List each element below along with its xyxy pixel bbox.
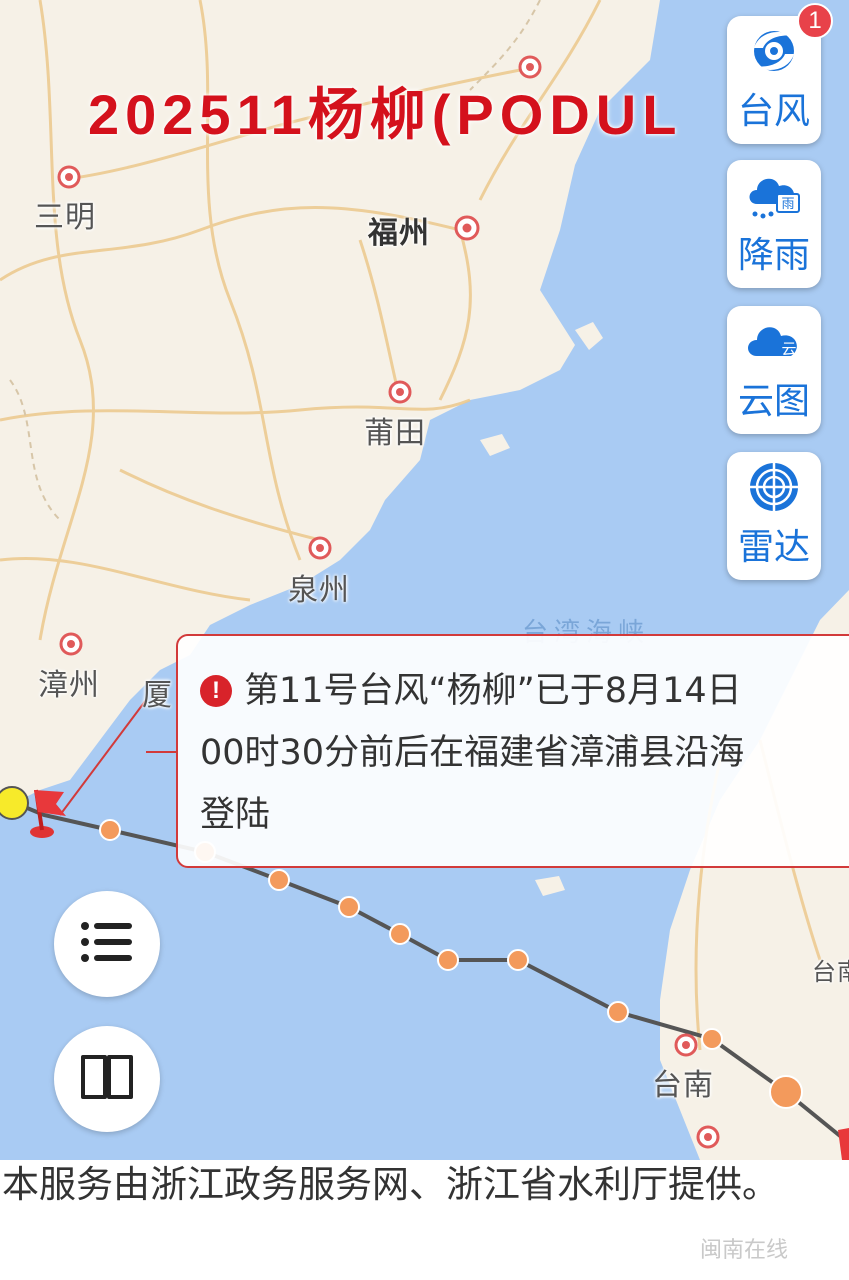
track-point (701, 1028, 723, 1050)
city-marker-south (696, 1125, 720, 1149)
city-marker-putian (388, 380, 412, 404)
city-label-tainan: 台南 (652, 1068, 714, 1103)
city-label-putian: 莆田 (364, 416, 426, 451)
rain-button-label: 降雨 (737, 235, 810, 276)
typhoon-button-label: 台风 (737, 91, 810, 132)
typhoon-icon (745, 26, 803, 76)
cloud-map-button-label: 云图 (737, 381, 810, 422)
track-point (389, 923, 411, 945)
city-label-quanzhou: 泉州 (288, 573, 350, 608)
track-point (437, 949, 459, 971)
cloud-map-button[interactable]: 云 云图 (727, 306, 821, 434)
popup-text-1: 第11号台风“杨柳”已于8月14日 (244, 671, 742, 711)
notification-badge: 1 (797, 3, 833, 39)
list-button[interactable] (54, 891, 160, 997)
track-point-large (769, 1075, 803, 1109)
city-label-fuzhou: 福州 (368, 216, 430, 251)
track-point (99, 819, 121, 841)
rain-button[interactable]: 雨 降雨 (727, 160, 821, 288)
cloud-icon: 云 (745, 316, 803, 366)
footer-service-text: 本服务由浙江政务服务网、浙江省水利厅提供。 (2, 1163, 779, 1206)
svg-text:雨: 雨 (781, 197, 794, 212)
legend-book-button[interactable] (54, 1026, 160, 1132)
city-marker-tainan (674, 1033, 698, 1057)
track-point (268, 869, 290, 891)
city-marker-quanzhou (308, 536, 332, 560)
list-icon (80, 920, 134, 968)
city-marker-zhangzhou (59, 632, 83, 656)
city-label-sanming: 三明 (34, 200, 96, 235)
city-marker-fuzhou (454, 215, 480, 241)
radar-icon (745, 462, 803, 512)
svg-text:云: 云 (781, 340, 796, 358)
track-point (338, 896, 360, 918)
city-label-xiamen: 厦 (142, 678, 173, 713)
radar-button-label: 雷达 (737, 527, 810, 568)
popup-line-3: 登陆 (200, 795, 271, 835)
rain-cloud-icon: 雨 (745, 170, 803, 220)
storm-title: 202511杨柳(PODUL (88, 83, 683, 146)
city-label-zhangzhou: 漳州 (38, 668, 100, 703)
track-point (607, 1001, 629, 1023)
track-point (507, 949, 529, 971)
popup-line-2: 00时30分前后在福建省漳浦县沿海 (200, 733, 745, 773)
warning-icon: ! (200, 675, 232, 707)
landfall-info-popup[interactable]: ! 第11号台风“杨柳”已于8月14日 00时30分前后在福建省漳浦县沿海 登陆 (176, 634, 849, 868)
current-position-marker (0, 786, 29, 820)
watermark: 闽南在线 (700, 1238, 789, 1263)
edge-label-right: 台南 (812, 958, 849, 986)
radar-button[interactable]: 雷达 (727, 452, 821, 580)
city-marker-sanming (57, 165, 81, 189)
popup-line-1: ! 第11号台风“杨柳”已于8月14日 (200, 660, 844, 722)
book-icon (79, 1053, 135, 1105)
